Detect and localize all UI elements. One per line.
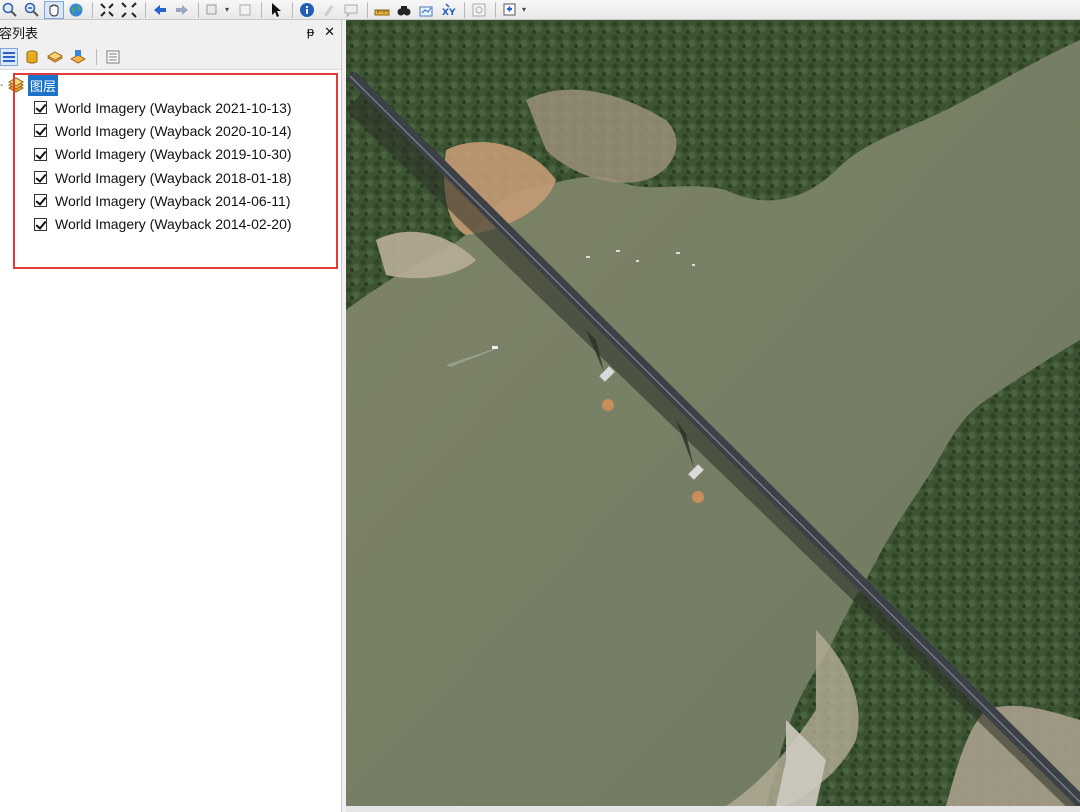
layers-group-label[interactable]: 图层 bbox=[28, 74, 59, 96]
list-by-source-icon[interactable] bbox=[23, 48, 41, 66]
fixed-zoom-out-icon[interactable] bbox=[119, 1, 139, 19]
toolbar-separator bbox=[495, 1, 496, 18]
toolbar-separator bbox=[261, 1, 262, 18]
measure-icon[interactable] bbox=[372, 1, 392, 19]
back-arrow-icon[interactable] bbox=[150, 1, 170, 19]
layer-row[interactable]: World Imagery (Wayback 2020-10-14) bbox=[0, 119, 341, 142]
svg-text:XY: XY bbox=[442, 8, 456, 18]
identify-icon[interactable] bbox=[297, 1, 317, 19]
layers-group-row[interactable]: - 图层 bbox=[0, 74, 341, 96]
layer-tree: - 图层 World Imagery (Wayback 2021-10-13) … bbox=[0, 70, 341, 236]
find-route-icon[interactable] bbox=[416, 1, 436, 19]
toolbar-overflow-icon[interactable]: ▾ bbox=[522, 5, 528, 14]
layer-row[interactable]: World Imagery (Wayback 2018-01-18) bbox=[0, 166, 341, 189]
layer-name: World Imagery (Wayback 2014-06-11) bbox=[55, 192, 291, 209]
toolbar-separator bbox=[96, 48, 97, 65]
zoom-out-icon[interactable] bbox=[22, 1, 42, 19]
layer-row[interactable]: World Imagery (Wayback 2014-06-11) bbox=[0, 189, 341, 212]
toolbar-separator bbox=[145, 1, 146, 18]
toc-title-bar: 容列表 ᵽ ✕ bbox=[0, 20, 341, 44]
toolbar-separator bbox=[198, 1, 199, 18]
add-data-icon[interactable] bbox=[500, 1, 520, 19]
toolbar-separator bbox=[367, 1, 368, 18]
layers-group-icon bbox=[8, 77, 24, 93]
list-by-selection-icon[interactable] bbox=[69, 48, 87, 66]
layer-name: World Imagery (Wayback 2018-01-18) bbox=[55, 169, 292, 186]
hyperlink-icon[interactable] bbox=[319, 1, 339, 19]
toolbar-separator bbox=[92, 1, 93, 18]
collapse-icon[interactable]: - bbox=[0, 80, 8, 91]
layer-name: World Imagery (Wayback 2020-10-14) bbox=[55, 122, 292, 139]
map-view[interactable] bbox=[346, 20, 1080, 806]
close-icon[interactable]: ✕ bbox=[324, 24, 335, 40]
dropdown-arrow-icon[interactable]: ▾ bbox=[225, 5, 231, 14]
layer-name: World Imagery (Wayback 2014-02-20) bbox=[55, 216, 292, 233]
toolbar-separator bbox=[464, 1, 465, 18]
layer-visibility-checkbox[interactable] bbox=[34, 101, 47, 115]
toc-title: 容列表 bbox=[0, 25, 39, 41]
layer-name: World Imagery (Wayback 2019-10-30) bbox=[55, 146, 292, 163]
globe-icon[interactable] bbox=[66, 1, 86, 19]
select-features-icon[interactable] bbox=[203, 1, 223, 19]
layer-visibility-checkbox[interactable] bbox=[34, 194, 47, 208]
layer-visibility-checkbox[interactable] bbox=[34, 147, 47, 161]
pan-hand-icon[interactable] bbox=[44, 0, 64, 19]
list-by-visibility-icon[interactable] bbox=[46, 48, 64, 66]
find-icon[interactable] bbox=[394, 1, 414, 19]
layer-visibility-checkbox[interactable] bbox=[34, 217, 47, 231]
options-icon[interactable] bbox=[104, 48, 122, 66]
layer-visibility-checkbox[interactable] bbox=[34, 124, 47, 138]
status-bar bbox=[346, 806, 1080, 812]
list-by-drawing-order-icon[interactable] bbox=[0, 47, 18, 66]
zoom-in-icon[interactable] bbox=[0, 1, 20, 19]
main-toolbar: ▾ XY ▾ bbox=[0, 0, 1080, 20]
clear-selection-icon[interactable] bbox=[235, 1, 255, 19]
pin-icon[interactable]: ᵽ bbox=[307, 24, 314, 40]
satellite-imagery bbox=[346, 20, 1080, 806]
layer-row[interactable]: World Imagery (Wayback 2019-10-30) bbox=[0, 143, 341, 166]
fixed-zoom-in-icon[interactable] bbox=[97, 1, 117, 19]
layer-visibility-checkbox[interactable] bbox=[34, 171, 47, 185]
toc-toolbar bbox=[0, 44, 341, 70]
layer-row[interactable]: World Imagery (Wayback 2021-10-13) bbox=[0, 96, 341, 119]
select-arrow-icon[interactable] bbox=[266, 1, 286, 19]
table-of-contents-panel: 容列表 ᵽ ✕ - 图层 World Imagery (Wayback 2021… bbox=[0, 20, 342, 812]
layer-name: World Imagery (Wayback 2021-10-13) bbox=[55, 99, 292, 116]
xy-icon[interactable]: XY bbox=[438, 1, 458, 19]
forward-arrow-icon[interactable] bbox=[172, 1, 192, 19]
layer-row[interactable]: World Imagery (Wayback 2014-02-20) bbox=[0, 212, 341, 235]
toolbar-separator bbox=[292, 1, 293, 18]
toc-title-actions: ᵽ ✕ bbox=[307, 24, 335, 40]
html-popup-icon[interactable] bbox=[341, 1, 361, 19]
time-slider-icon[interactable] bbox=[469, 1, 489, 19]
